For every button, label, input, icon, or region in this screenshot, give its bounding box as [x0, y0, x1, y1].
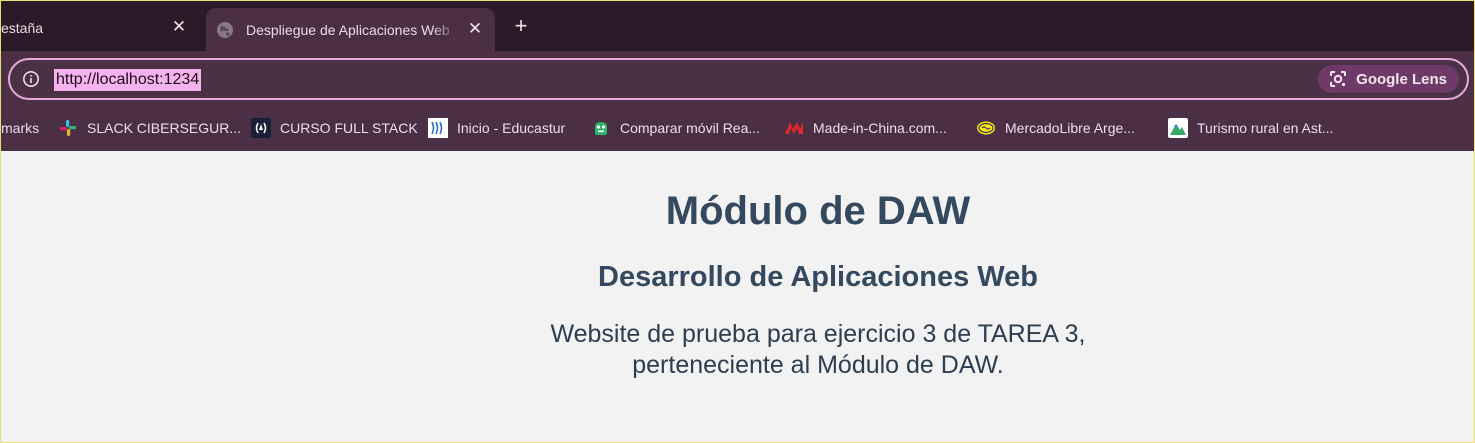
- educastur-icon: [428, 118, 448, 138]
- bookmark-label: Made-in-China.com...: [813, 120, 947, 136]
- tab-previous[interactable]: estaña ✕: [1, 8, 198, 51]
- bookmark-turismo-rural[interactable]: Turismo rural en Ast...: [1168, 117, 1333, 139]
- page-description: Website de prueba para ejercicio 3 de TA…: [418, 319, 1218, 381]
- turismo-rural-icon: [1168, 118, 1188, 138]
- bookmark-label: CURSO FULL STACK: [280, 120, 418, 136]
- bookmark-made-in-china[interactable]: Made-in-China.com...: [784, 117, 947, 139]
- google-lens-button[interactable]: Google Lens: [1318, 65, 1459, 93]
- bookmark-label: Inicio - Educastur: [457, 120, 566, 136]
- bookmark-label: Turismo rural en Ast...: [1197, 120, 1334, 136]
- bookmark-slack[interactable]: SLACK CIBERSEGUR...: [58, 117, 241, 139]
- lens-icon: [1330, 71, 1347, 87]
- bookmark-label: marks: [1, 120, 40, 136]
- globe-icon: [217, 21, 233, 38]
- google-lens-label: Google Lens: [1356, 70, 1447, 88]
- page-subtitle: Desarrollo de Aplicaciones Web: [598, 261, 1038, 293]
- bookmarks-bar: marks SLACK CIBERSEGUR... CURSO FULL STA…: [1, 105, 1474, 151]
- bookmark-all-bookmarks[interactable]: marks: [1, 117, 39, 139]
- close-tab-icon[interactable]: ✕: [465, 19, 485, 39]
- browser-window: estaña ✕ Despliegue de Aplicaciones Web …: [0, 0, 1475, 443]
- page-title: Módulo de DAW: [665, 189, 971, 233]
- tab-active[interactable]: Despliegue de Aplicaciones Web ✕: [206, 8, 495, 51]
- page-viewport: Módulo de DAW Desarrollo de Aplicaciones…: [1, 151, 1474, 442]
- made-in-china-icon: [785, 122, 803, 134]
- full-stack-logo-icon: [251, 118, 271, 138]
- bookmark-comparar-movil[interactable]: Comparar móvil Rea...: [591, 117, 760, 139]
- bookmark-label: MercadoLibre Arge...: [1005, 120, 1135, 136]
- bookmark-mercadolibre[interactable]: MercadoLibre Arge...: [976, 117, 1135, 139]
- url-input[interactable]: http://localhost:1234: [54, 69, 202, 91]
- mercadolibre-icon: [977, 121, 995, 135]
- tab-strip: estaña ✕ Despliegue de Aplicaciones Web …: [1, 1, 1474, 51]
- tab-title: estaña: [1, 20, 44, 36]
- bookmark-curso-full-stack[interactable]: CURSO FULL STACK: [251, 117, 418, 139]
- android-icon: [595, 122, 607, 135]
- new-tab-button[interactable]: +: [508, 13, 534, 39]
- close-tab-icon[interactable]: ✕: [169, 17, 189, 37]
- bookmark-label: Comparar móvil Rea...: [620, 120, 761, 136]
- description-line-2: perteneciente al Módulo de DAW.: [632, 351, 1004, 379]
- description-line-1: Website de prueba para ejercicio 3 de TA…: [550, 320, 1086, 348]
- toolbar: http://localhost:1234 Google Lens: [1, 51, 1474, 105]
- bookmark-label: SLACK CIBERSEGUR...: [87, 120, 242, 136]
- bookmark-educastur[interactable]: Inicio - Educastur: [428, 117, 565, 139]
- tab-title: Despliegue de Aplicaciones Web: [246, 21, 450, 38]
- info-icon[interactable]: [22, 70, 40, 88]
- slack-icon: [60, 120, 76, 136]
- address-bar[interactable]: http://localhost:1234 Google Lens: [8, 58, 1469, 100]
